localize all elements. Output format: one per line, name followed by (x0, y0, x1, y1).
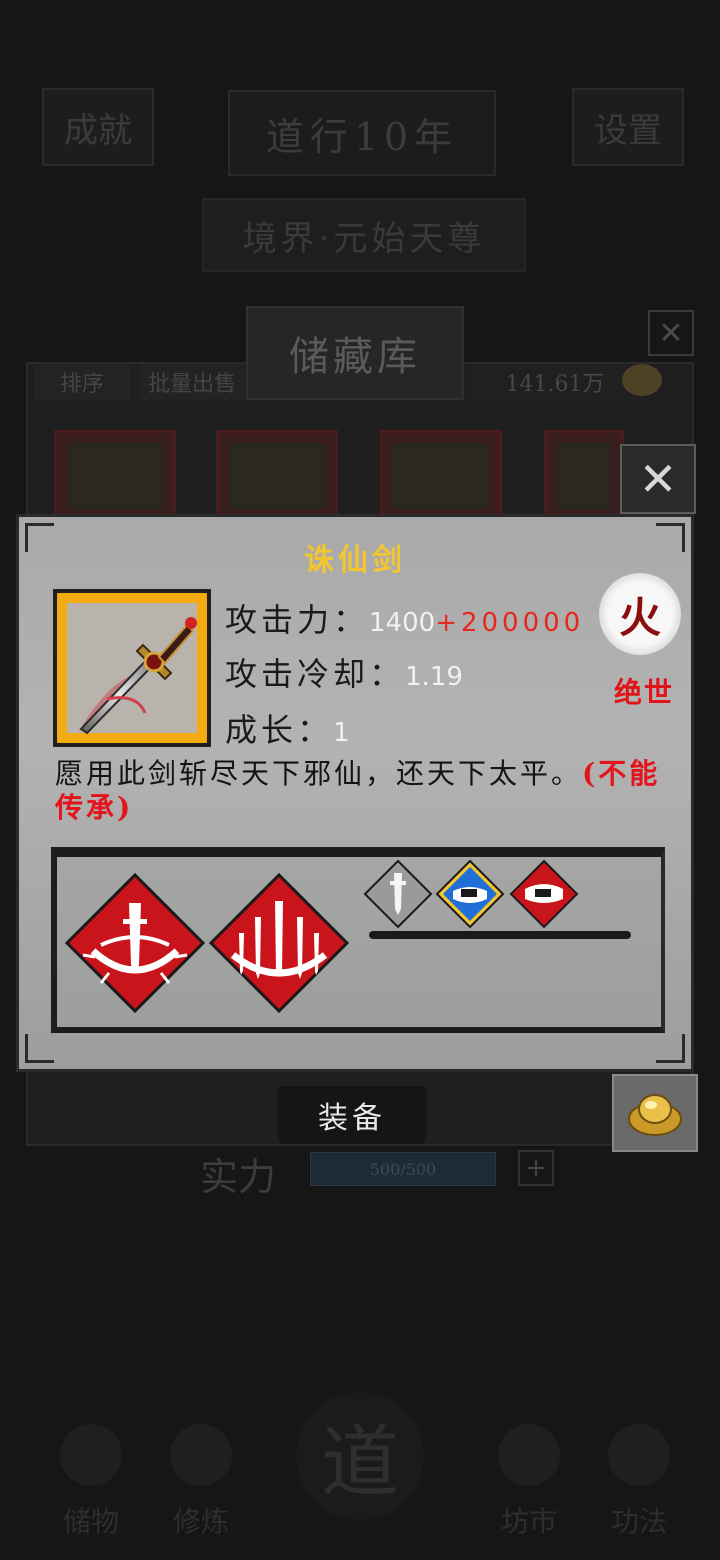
gold-ingot-icon (628, 1094, 682, 1136)
multi-sword-ring-skill-icon[interactable] (209, 873, 349, 1013)
cooldown-value: 1.19 (405, 662, 463, 692)
rarity-label: 绝世 (613, 676, 674, 709)
item-name: 诛仙剑 (304, 543, 406, 578)
growth-value: 1 (333, 718, 350, 748)
element-badge: 火 (599, 573, 681, 655)
nav-skills[interactable]: 功法 (584, 1410, 694, 1540)
ink-divider (369, 931, 631, 939)
strength-label: 实力 (200, 1155, 277, 1199)
add-strength-button[interactable]: + (518, 1150, 554, 1186)
batch-sell-button[interactable]: 批量出售 (140, 364, 244, 400)
book-icon (608, 1424, 670, 1486)
storage-slot[interactable] (544, 430, 624, 522)
item-thumbnail (53, 589, 211, 747)
attack-value: 1400 (369, 608, 436, 638)
blue-wave-diamond-icon[interactable] (435, 859, 505, 929)
coin-icon (622, 364, 662, 396)
item-detail-popup: 诛仙剑 攻击力：1400+200000 攻击冷却：1.19 成长：1 火 绝世 … (16, 514, 694, 1072)
white-sword-diamond-icon[interactable] (363, 859, 433, 929)
equip-button[interactable]: 装备 (278, 1086, 426, 1144)
storage-slot[interactable] (380, 430, 502, 522)
settings-button[interactable]: 设置 (572, 88, 684, 166)
sort-button[interactable]: 排序 (34, 364, 130, 400)
strength-bar: 500/500 (310, 1152, 496, 1186)
storage-slot[interactable] (54, 430, 176, 522)
single-sword-ring-skill-icon[interactable] (65, 873, 205, 1013)
nav-market[interactable]: 坊市 (474, 1410, 584, 1540)
red-mask-diamond-icon[interactable] (509, 859, 579, 929)
nav-dao[interactable]: 道 (296, 1392, 424, 1520)
item-description: 愿用此剑斩尽天下邪仙，还天下太平。(不能传承) (55, 757, 661, 824)
attack-bonus: +200000 (435, 608, 585, 638)
attack-stat: 攻击力：1400+200000 (225, 601, 585, 639)
sword-icon (79, 617, 197, 735)
realm-display: 境界·元始天尊 (202, 198, 526, 272)
storage-title: 储藏库 (246, 306, 464, 400)
growth-stat: 成长：1 (225, 711, 350, 749)
nav-cultivate[interactable]: 修炼 (146, 1410, 256, 1540)
storage-slot[interactable] (216, 430, 338, 522)
storage-close-button[interactable]: ✕ (648, 310, 694, 356)
coin-button[interactable] (612, 1074, 698, 1152)
furnace-icon (170, 1424, 232, 1486)
bag-icon (60, 1424, 122, 1486)
cooldown-stat: 攻击冷却：1.19 (225, 655, 463, 693)
nav-storage[interactable]: 储物 (36, 1410, 146, 1540)
year-display: 道行10年 (228, 90, 496, 176)
market-icon (498, 1424, 560, 1486)
money-display: 141.61万 (470, 364, 640, 400)
achievements-button[interactable]: 成就 (42, 88, 154, 166)
close-icon[interactable]: ✕ (620, 444, 696, 514)
